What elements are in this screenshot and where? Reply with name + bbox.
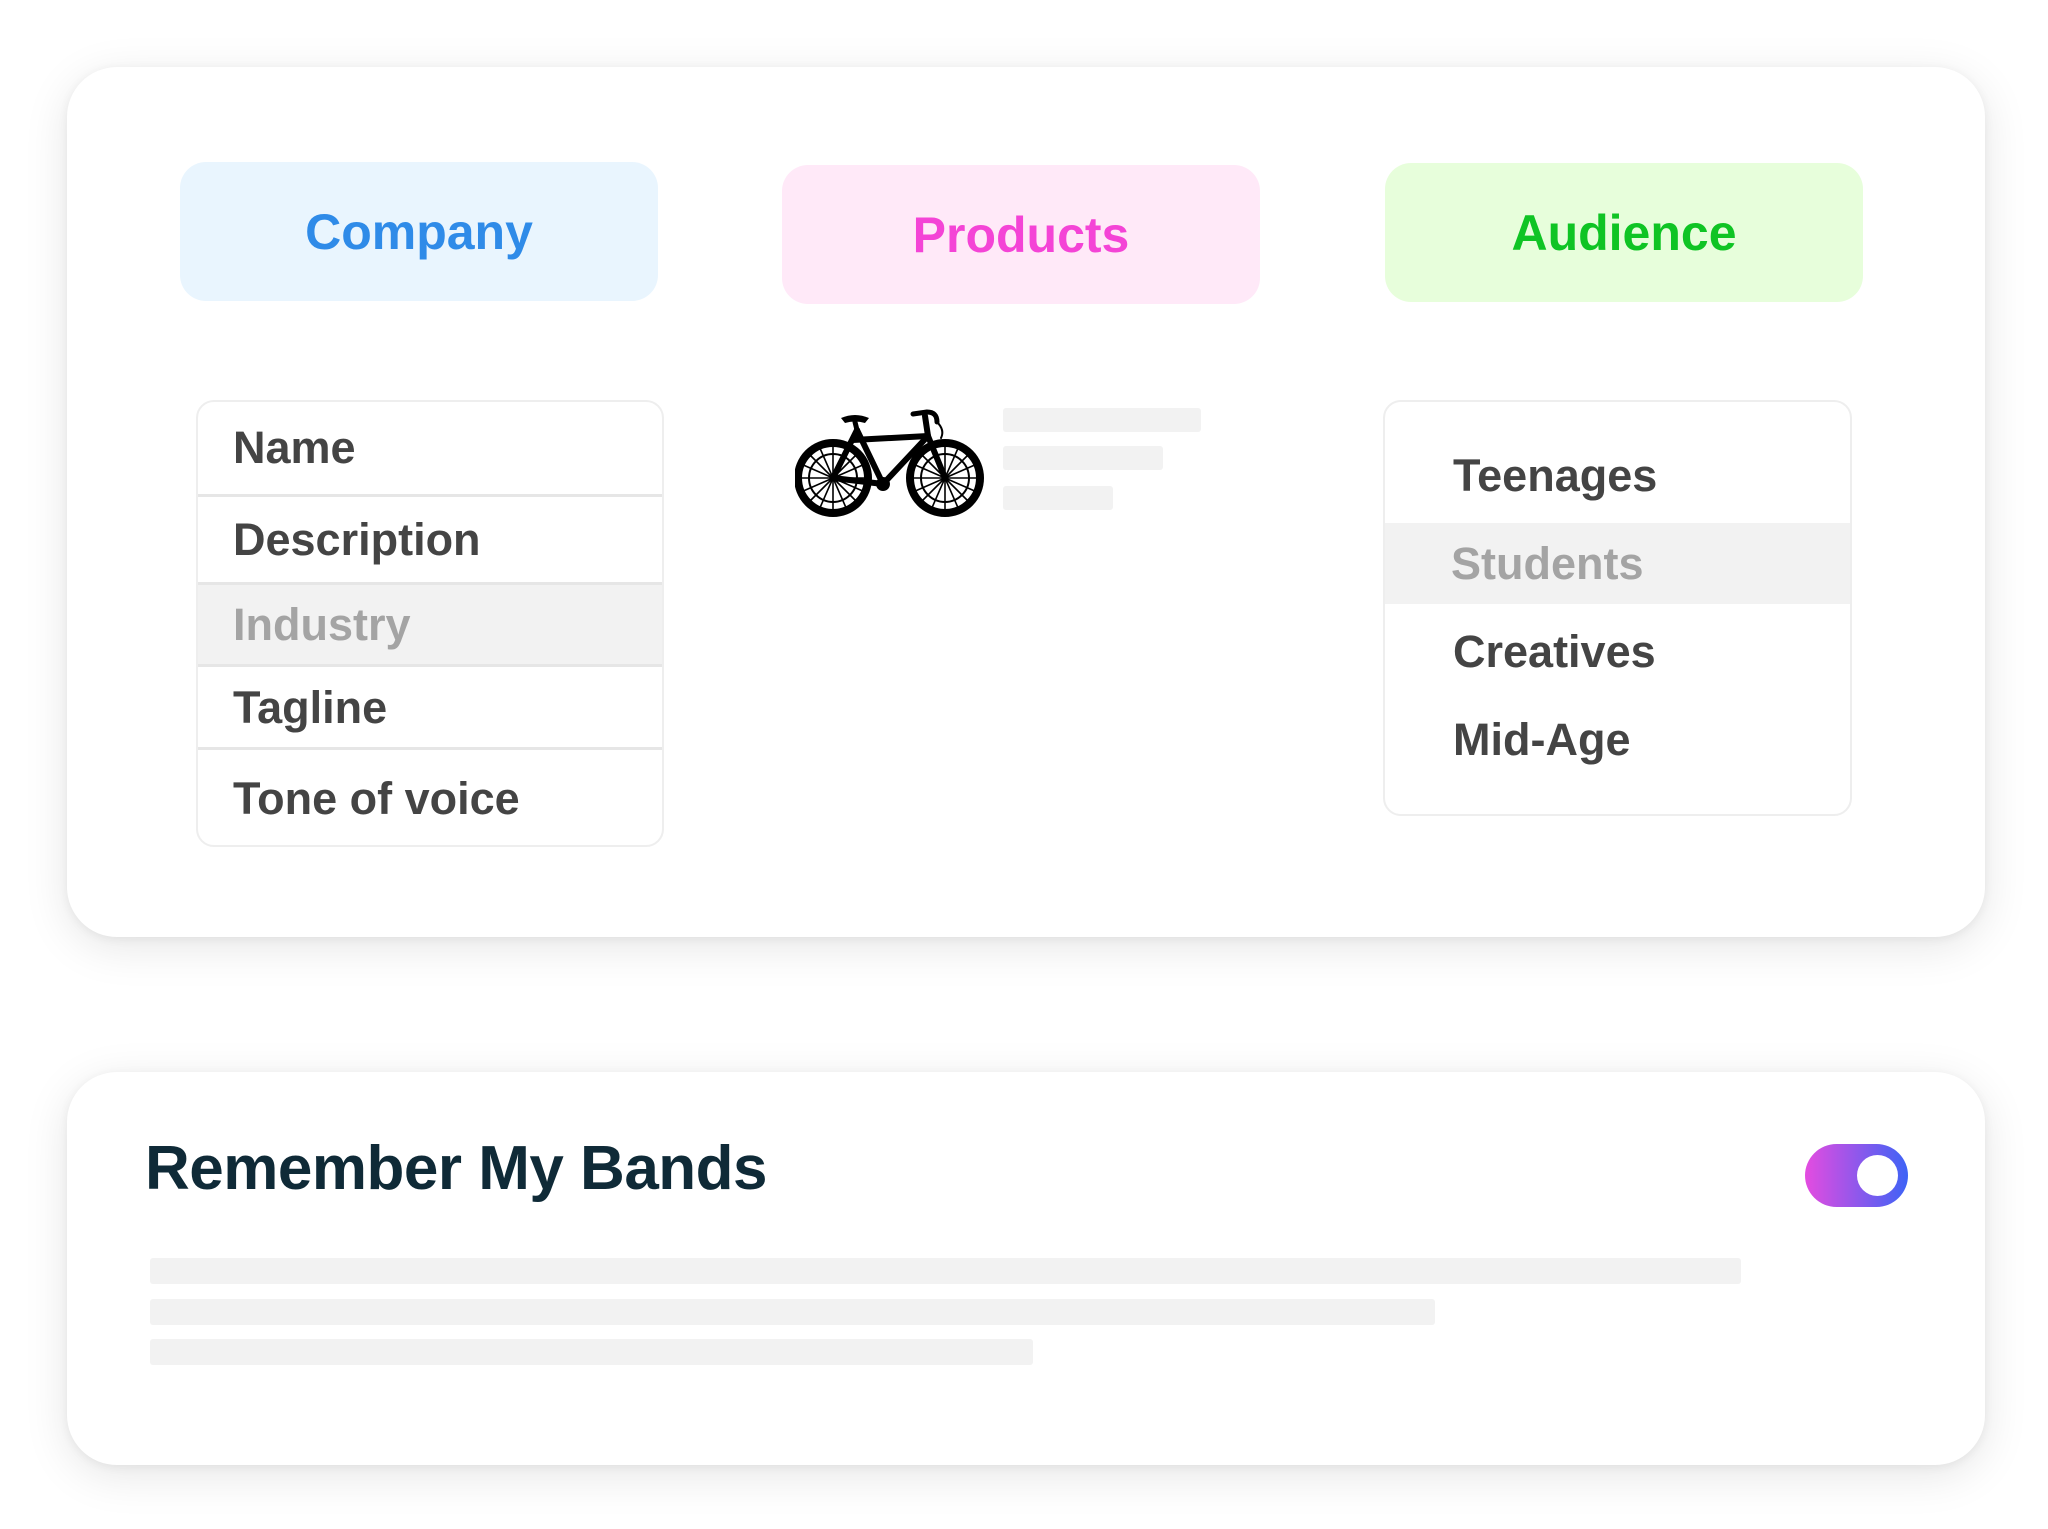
company-tab-label: Company [305,203,533,260]
audience-option-creatives[interactable]: Creatives [1385,608,1850,696]
company-field-label: Description [233,513,481,565]
settings-title: Remember My Bands [145,1134,768,1203]
audience-option-students[interactable]: Students [1385,523,1850,604]
company-field-tagline[interactable]: Tagline [198,664,662,749]
remember-bands-toggle[interactable] [1805,1144,1908,1207]
product-text-placeholder [1003,486,1113,510]
audience-option-mid-age[interactable]: Mid-Age [1385,696,1850,784]
products-tab-label: Products [912,206,1130,263]
company-field-industry[interactable]: Industry [198,582,662,664]
description-placeholder-line [150,1299,1435,1325]
description-placeholder-line [150,1258,1741,1284]
company-field-name[interactable]: Name [198,402,662,494]
company-field-tone-of-voice[interactable]: Tone of voice [198,747,662,845]
audience-options-list: Teenages Students Creatives Mid-Age [1383,400,1852,816]
company-field-description[interactable]: Description [198,494,662,582]
audience-option-label: Students [1451,537,1644,589]
product-text-placeholder [1003,446,1163,470]
description-placeholder-line [150,1339,1033,1365]
audience-option-teenages[interactable]: Teenages [1385,432,1850,520]
audience-option-label: Mid-Age [1453,714,1631,765]
company-fields-list: Name Description Industry Tagline Tone o… [196,400,664,847]
products-tab[interactable]: Products [782,165,1260,304]
product-title-placeholder [1003,408,1201,432]
product-item[interactable] [795,398,1205,523]
company-tab[interactable]: Company [180,162,658,301]
company-field-label: Tagline [233,682,388,733]
audience-tab[interactable]: Audience [1385,163,1863,302]
audience-tab-label: Audience [1511,204,1737,261]
audience-option-label: Creatives [1453,626,1656,677]
company-field-label: Industry [233,598,411,650]
company-field-label: Tone of voice [233,772,520,824]
company-field-label: Name [233,422,356,473]
bicycle-icon [795,409,984,517]
toggle-knob [1857,1155,1898,1196]
audience-option-label: Teenages [1453,450,1658,501]
